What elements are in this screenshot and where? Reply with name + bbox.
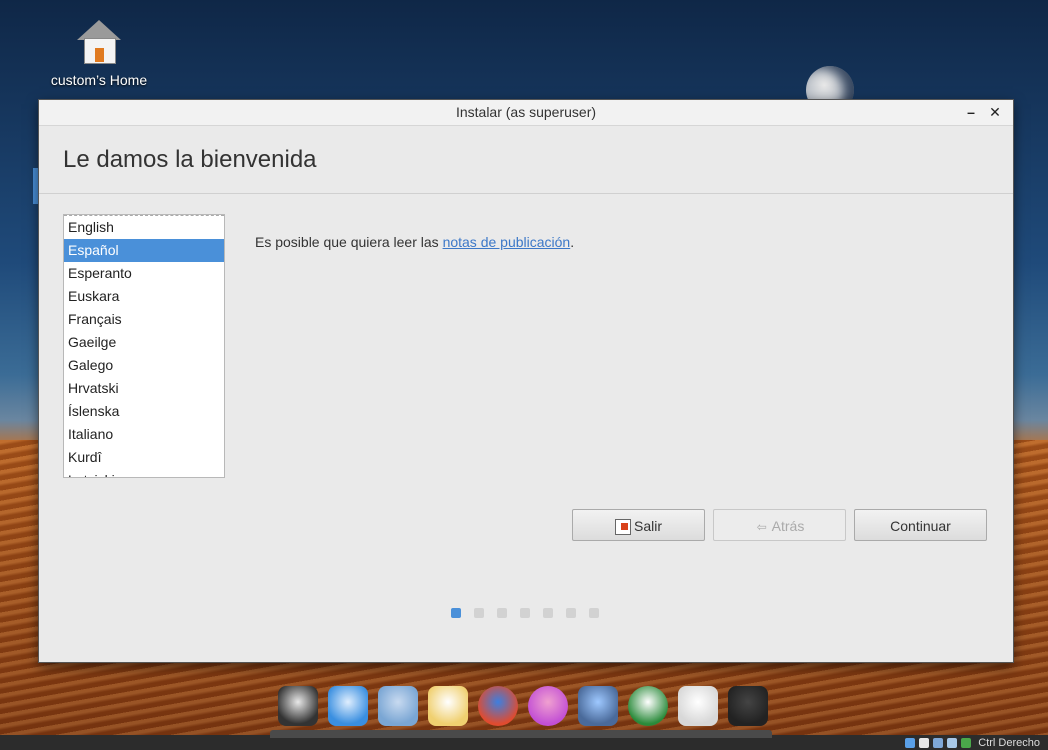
language-item[interactable]: Français [64, 308, 224, 331]
language-item[interactable]: Esperanto [64, 262, 224, 285]
quit-label: Salir [633, 518, 662, 534]
network-icon[interactable] [905, 738, 916, 749]
step-dot [451, 608, 461, 618]
disc-icon[interactable] [919, 738, 930, 749]
back-button[interactable]: ⇦ Atrás [713, 509, 846, 541]
back-label: Atrás [771, 518, 805, 534]
display-icon[interactable] [947, 738, 958, 749]
release-notes-suffix: . [570, 234, 575, 250]
terminal-icon[interactable] [278, 686, 318, 726]
notes-icon[interactable] [728, 686, 768, 726]
step-progress [451, 605, 612, 618]
dock [270, 682, 772, 734]
release-notes-line: Es posible que quiera leer las notas de … [255, 234, 574, 250]
system-tray: Ctrl Derecho [905, 736, 1040, 750]
back-arrow-icon: ⇦ [756, 520, 767, 535]
step-dot [589, 608, 599, 618]
files-icon[interactable] [328, 686, 368, 726]
step-dot [543, 608, 553, 618]
language-item[interactable]: Hrvatski [64, 377, 224, 400]
page-title: Le damos la bienvenida [63, 146, 317, 173]
runner-icon[interactable] [628, 686, 668, 726]
step-dot [497, 608, 507, 618]
exit-icon [614, 519, 631, 536]
home-label: custom’s Home [50, 72, 148, 88]
trash-icon[interactable] [678, 686, 718, 726]
continue-button[interactable]: Continuar [854, 509, 987, 541]
step-dot [474, 608, 484, 618]
language-item[interactable]: Gaeilge [64, 331, 224, 354]
release-notes-link[interactable]: notas de publicación [443, 234, 571, 250]
usb-icon[interactable] [933, 738, 944, 749]
language-item[interactable]: Italiano [64, 423, 224, 446]
home-desktop-icon[interactable]: custom’s Home [40, 18, 158, 88]
release-notes-prefix: Es posible que quiera leer las [255, 234, 443, 250]
language-item[interactable]: Galego [64, 354, 224, 377]
home-icon [75, 18, 123, 64]
step-dot [520, 608, 530, 618]
mail-icon[interactable] [428, 686, 468, 726]
quit-button[interactable]: Salir [572, 509, 705, 541]
continue-label: Continuar [890, 518, 951, 534]
video-editor-icon[interactable] [578, 686, 618, 726]
language-item[interactable]: Kurdî [64, 446, 224, 469]
music-icon[interactable] [528, 686, 568, 726]
language-item[interactable]: Íslenska [64, 400, 224, 423]
folder-icon[interactable] [378, 686, 418, 726]
language-list[interactable]: English Español Esperanto Euskara Français Ga… [63, 214, 225, 478]
close-button[interactable]: ✕ [985, 100, 1005, 125]
language-item[interactable]: Español [64, 239, 224, 262]
status-icon[interactable] [961, 738, 972, 749]
language-item[interactable]: Latviski [64, 469, 224, 477]
minimize-button[interactable]: – [961, 100, 981, 125]
installer-window: Instalar (as superuser) – ✕ Le damos la … [39, 100, 1013, 662]
tray-label: Ctrl Derecho [978, 737, 1040, 749]
step-dot [566, 608, 576, 618]
language-item[interactable]: Euskara [64, 285, 224, 308]
window-title: Instalar (as superuser) [455, 104, 597, 120]
language-item[interactable]: English [64, 216, 224, 239]
page-header: Le damos la bienvenida [39, 126, 1013, 194]
chrome-icon[interactable] [478, 686, 518, 726]
title-bar[interactable]: Instalar (as superuser) – ✕ [39, 100, 1013, 126]
